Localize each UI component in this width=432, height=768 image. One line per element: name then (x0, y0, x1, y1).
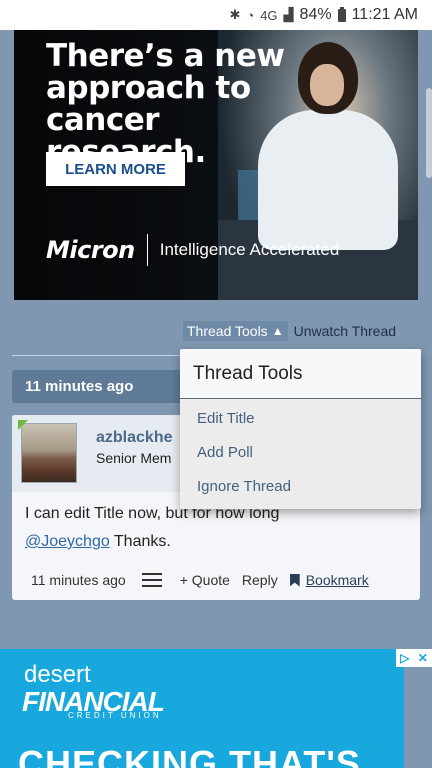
bookmark-icon (289, 573, 300, 587)
online-indicator-icon (18, 420, 28, 430)
clock: 11:21 AM (351, 6, 418, 23)
ad-banner-top[interactable]: There’s a new approach to cancer researc… (14, 30, 418, 300)
post-text-line2: @Joeychgo Thanks. (25, 528, 409, 556)
quote-button[interactable]: + Quote (180, 572, 230, 588)
menu-item-edit-title[interactable]: Edit Title (180, 402, 421, 436)
avatar[interactable] (21, 423, 77, 483)
ad-bottom-headline: CHECKING THAT'S (18, 743, 361, 768)
post-footer-time: 11 minutes ago (31, 572, 126, 588)
signal-icon: ▟ (283, 7, 294, 22)
reply-button[interactable]: Reply (242, 572, 278, 588)
mention-link[interactable]: @Joeychgo (25, 533, 110, 550)
play-icon: ▷ (400, 651, 410, 665)
ad-tagline: Intelligence Accelerated (159, 240, 340, 259)
micron-logo: Micron (46, 236, 135, 264)
close-icon[interactable]: ✕ (418, 651, 428, 665)
network-label: 4G (260, 7, 278, 23)
ad-brand-top: desert (24, 661, 91, 688)
menu-title: Thread Tools (180, 349, 421, 399)
ad-brand: Micron Intelligence Accelerated (46, 234, 339, 266)
bluetooth-icon: ✱ (229, 7, 241, 22)
bookmark-label: Bookmark (305, 572, 369, 588)
bookmark-button[interactable]: Bookmark (289, 572, 369, 588)
thread-tools-button[interactable]: Thread Tools ▲ (183, 321, 288, 341)
thread-tools-label: Thread Tools (187, 323, 268, 339)
scrollbar[interactable] (426, 88, 432, 178)
thread-tools-bar: Thread Tools ▲ Unwatch Thread (183, 320, 423, 342)
username[interactable]: azblackhe (96, 429, 172, 447)
menu-item-add-poll[interactable]: Add Poll (180, 436, 421, 470)
chevron-up-icon: ▲ (271, 324, 284, 338)
ad-headline: There’s a new approach to cancer researc… (46, 38, 285, 168)
wifi-icon: ◔ (246, 7, 255, 23)
post-footer: 11 minutes ago + Quote Reply Bookmark (31, 572, 411, 588)
battery-icon (337, 6, 346, 22)
ad-edge (404, 667, 432, 768)
adchoices-icon[interactable]: ▷ ✕ (396, 649, 432, 667)
brand-divider (146, 234, 148, 266)
unwatch-thread-link[interactable]: Unwatch Thread (294, 323, 396, 339)
thread-tools-menu: Thread Tools Edit Title Add Poll Ignore … (180, 349, 421, 509)
battery-percent: 84% (299, 6, 332, 23)
user-title: Senior Mem (96, 450, 172, 466)
menu-icon[interactable] (141, 573, 162, 587)
status-bar: ✱ ◔ 4G ▟ 84% 11:21 AM (0, 0, 432, 30)
ad-brand-sub: CREDIT UNION (68, 711, 162, 720)
learn-more-button[interactable]: LEARN MORE (46, 152, 185, 186)
ad-banner-bottom[interactable]: desert FINANCIAL CREDIT UNION CHECKING T… (0, 649, 404, 768)
post-text-thanks: Thanks. (109, 533, 171, 550)
menu-item-ignore-thread[interactable]: Ignore Thread (180, 470, 421, 504)
